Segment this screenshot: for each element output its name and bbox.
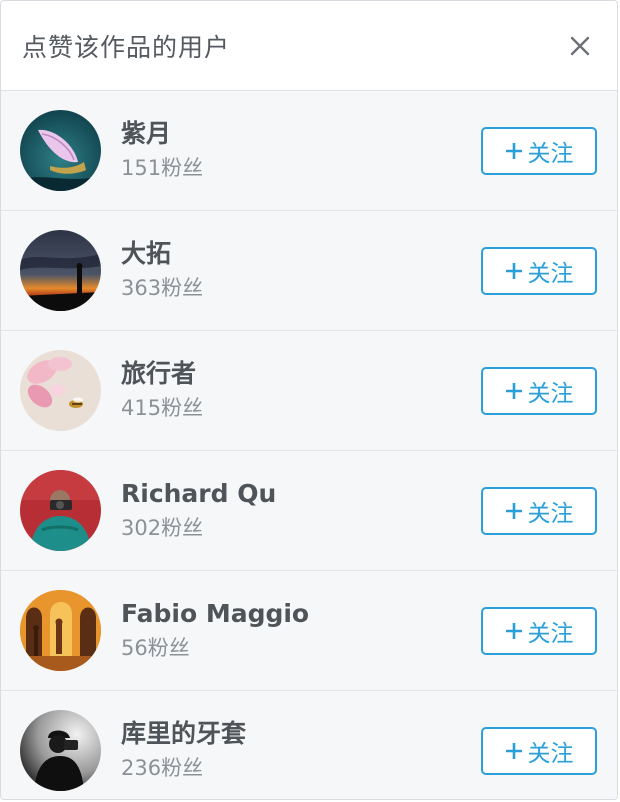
follow-label: 关注 — [527, 380, 574, 407]
avatar[interactable] — [20, 590, 101, 671]
avatar[interactable] — [20, 110, 101, 191]
fans-count: 236粉丝 — [121, 756, 204, 780]
follow-label: 关注 — [527, 620, 574, 647]
close-icon — [570, 36, 590, 55]
list-item: 紫月 151粉丝 关注 — [1, 91, 617, 211]
follow-label: 关注 — [527, 140, 574, 167]
user-name[interactable]: 库里的牙套 — [121, 718, 481, 750]
list-item: Richard Qu 302粉丝 关注 — [1, 451, 617, 571]
follow-button[interactable]: 关注 — [481, 726, 597, 775]
list-item: 旅行者 415粉丝 关注 — [1, 331, 617, 451]
plus-icon — [505, 502, 522, 519]
follow-label: 关注 — [527, 260, 574, 287]
user-info: Richard Qu 302粉丝 — [121, 478, 481, 543]
plus-icon — [505, 382, 522, 399]
plus-icon — [505, 262, 522, 279]
user-info: 库里的牙套 236粉丝 — [121, 718, 481, 783]
user-name[interactable]: Fabio Maggio — [121, 598, 481, 630]
follow-button[interactable]: 关注 — [481, 606, 597, 655]
avatar[interactable] — [20, 470, 101, 551]
dialog-header: 点赞该作品的用户 — [1, 1, 617, 91]
user-name[interactable]: 旅行者 — [121, 358, 481, 390]
user-info: Fabio Maggio 56粉丝 — [121, 598, 481, 663]
plus-icon — [505, 622, 522, 639]
fans-count: 56粉丝 — [121, 636, 190, 660]
user-name[interactable]: 大拓 — [121, 238, 481, 270]
user-name[interactable]: Richard Qu — [121, 478, 481, 510]
plus-icon — [505, 142, 522, 159]
user-list: 紫月 151粉丝 关注 大拓 363粉丝 关注 旅行者 415粉丝 关注 Ric… — [1, 91, 617, 799]
follow-button[interactable]: 关注 — [481, 366, 597, 415]
list-item: 大拓 363粉丝 关注 — [1, 211, 617, 331]
dialog-title: 点赞该作品的用户 — [22, 32, 231, 62]
follow-label: 关注 — [527, 740, 574, 767]
user-name[interactable]: 紫月 — [121, 118, 481, 150]
user-info: 旅行者 415粉丝 — [121, 358, 481, 423]
follow-button[interactable]: 关注 — [481, 486, 597, 535]
follow-button[interactable]: 关注 — [481, 126, 597, 175]
fans-count: 151粉丝 — [121, 156, 204, 180]
fans-count: 302粉丝 — [121, 516, 204, 540]
follow-label: 关注 — [527, 500, 574, 527]
fans-count: 363粉丝 — [121, 276, 204, 300]
user-info: 大拓 363粉丝 — [121, 238, 481, 303]
list-item: Fabio Maggio 56粉丝 关注 — [1, 571, 617, 691]
fans-count: 415粉丝 — [121, 396, 204, 420]
avatar[interactable] — [20, 350, 101, 431]
close-button[interactable] — [563, 29, 597, 63]
avatar[interactable] — [20, 710, 101, 791]
plus-icon — [505, 742, 522, 759]
liked-users-dialog: 点赞该作品的用户 紫月 151粉丝 关注 大拓 363粉丝 关注 旅行者 415… — [0, 0, 618, 800]
list-item: 库里的牙套 236粉丝 关注 — [1, 691, 617, 799]
user-info: 紫月 151粉丝 — [121, 118, 481, 183]
avatar[interactable] — [20, 230, 101, 311]
follow-button[interactable]: 关注 — [481, 246, 597, 295]
